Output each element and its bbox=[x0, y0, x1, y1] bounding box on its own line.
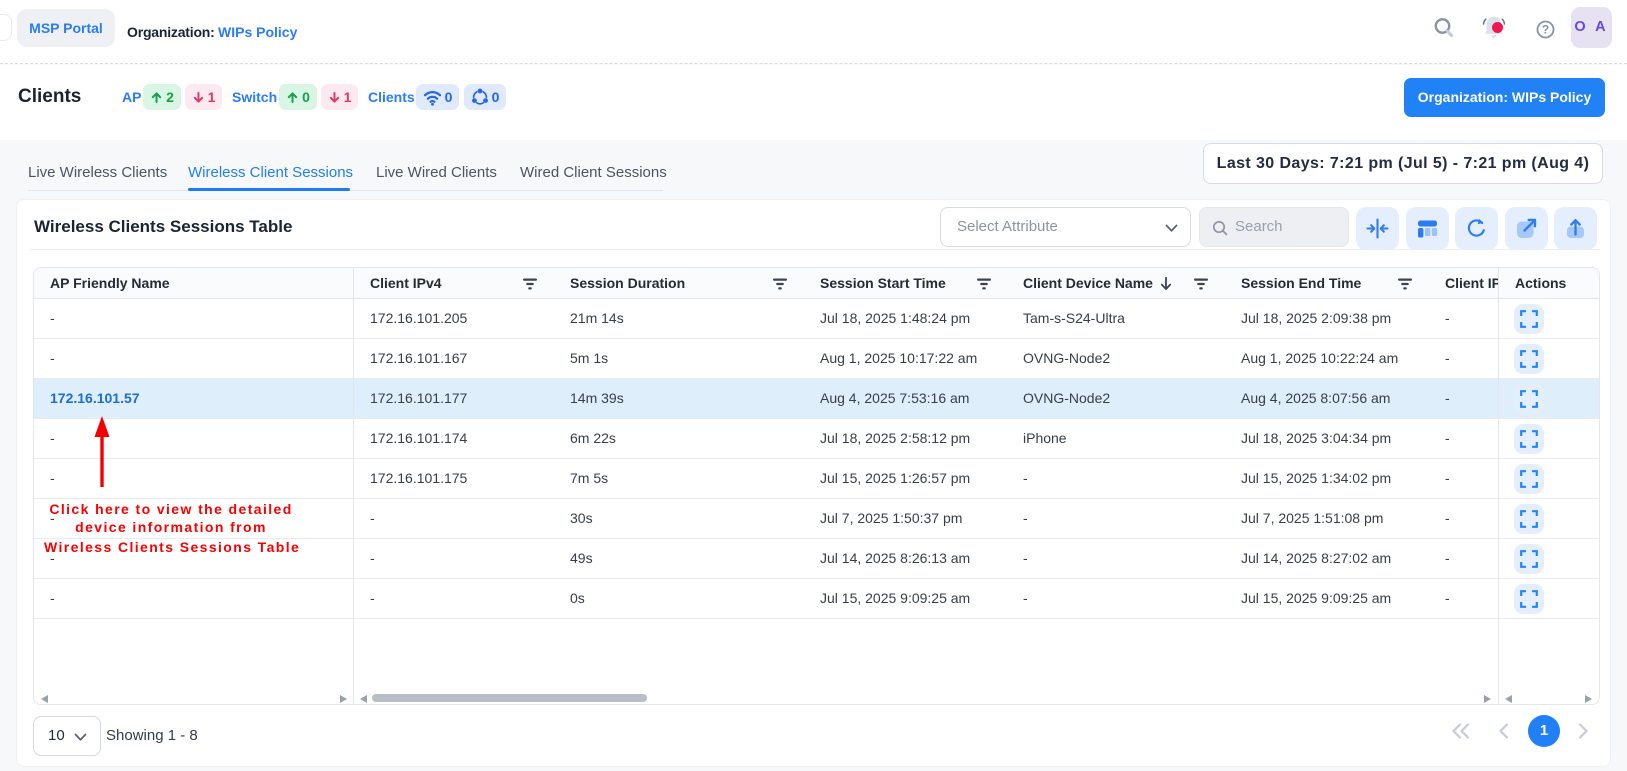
svg-text:?: ? bbox=[1542, 23, 1549, 37]
